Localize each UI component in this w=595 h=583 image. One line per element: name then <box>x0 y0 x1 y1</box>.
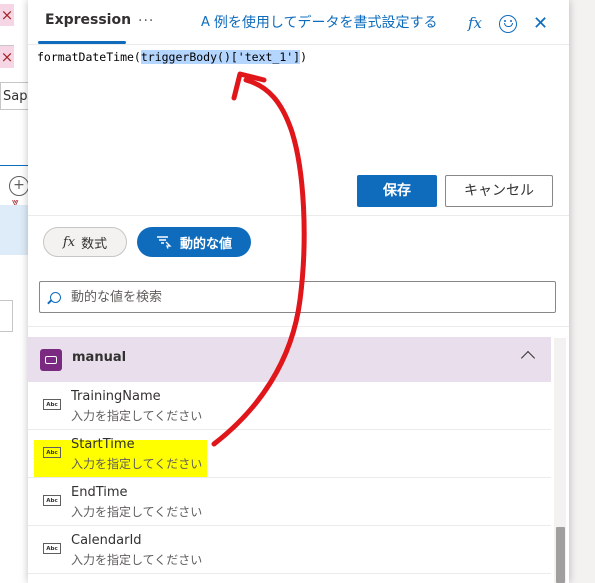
annotation-arrow <box>211 71 307 447</box>
